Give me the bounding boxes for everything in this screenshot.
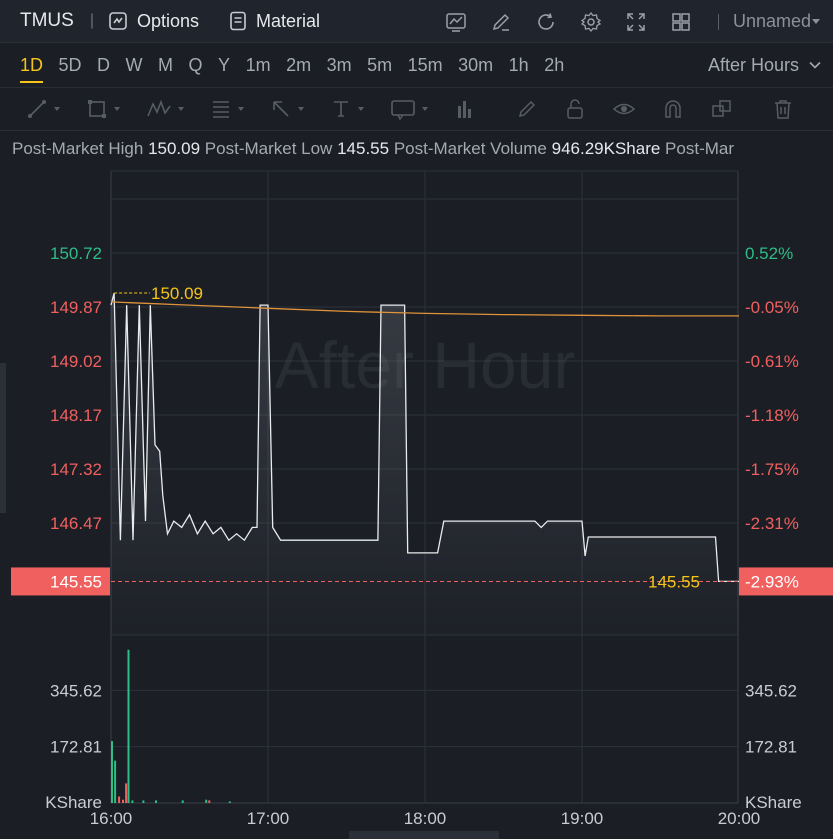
percent-tick-label: -2.31%	[745, 514, 799, 533]
volume-unit-label: KShare	[745, 793, 802, 812]
volume-bar	[127, 649, 130, 803]
price-chart[interactable]: After Hour 150.09145.55 16:00 17:00 18:00 1…	[0, 0, 833, 839]
side-drawer-handle[interactable]	[0, 363, 6, 513]
time-tick-label: 17:00	[247, 809, 290, 828]
chart-grid	[110, 170, 739, 804]
watermark: After Hour	[275, 328, 576, 402]
percent-tick-label: -0.61%	[745, 352, 799, 371]
price-tick-label: 149.02	[50, 352, 102, 371]
volume-bar	[181, 800, 184, 803]
volume-bar	[122, 799, 124, 803]
percent-tick-label: -0.05%	[745, 298, 799, 317]
volume-tick-label: 172.81	[745, 738, 797, 757]
volume-tick-label: 345.62	[50, 681, 102, 700]
volume-bar	[155, 800, 157, 803]
volume-bar	[208, 800, 211, 803]
volume-tick-label: 172.81	[50, 738, 102, 757]
volume-tick-label: 345.62	[745, 681, 797, 700]
price-tick-label: 147.32	[50, 460, 102, 479]
scroll-handle[interactable]	[349, 831, 499, 839]
current-price-label: 145.55	[50, 572, 102, 591]
current-percent-label: -2.93%	[745, 572, 799, 591]
price-tick-label: 149.87	[50, 298, 102, 317]
percent-tick-label: 0.52%	[745, 244, 793, 263]
price-tick-label: 146.47	[50, 514, 102, 533]
time-tick-label: 19:00	[561, 809, 604, 828]
volume-bar	[111, 741, 113, 803]
time-tick-label: 18:00	[404, 809, 447, 828]
percent-tick-label: -1.18%	[745, 406, 799, 425]
last-marker-label: 145.55	[648, 572, 700, 591]
volume-bar	[142, 800, 145, 803]
volume-bar	[125, 783, 128, 803]
volume-bar	[114, 760, 117, 803]
volume-bar	[131, 800, 134, 803]
volume-unit-label: KShare	[45, 793, 102, 812]
volume-bar	[118, 796, 121, 803]
high-marker-label: 150.09	[151, 284, 203, 303]
volume-bar	[228, 801, 231, 803]
percent-tick-label: -1.75%	[745, 460, 799, 479]
price-tick-label: 148.17	[50, 406, 102, 425]
volume-bar	[205, 799, 208, 803]
price-tick-label: 150.72	[50, 244, 102, 263]
